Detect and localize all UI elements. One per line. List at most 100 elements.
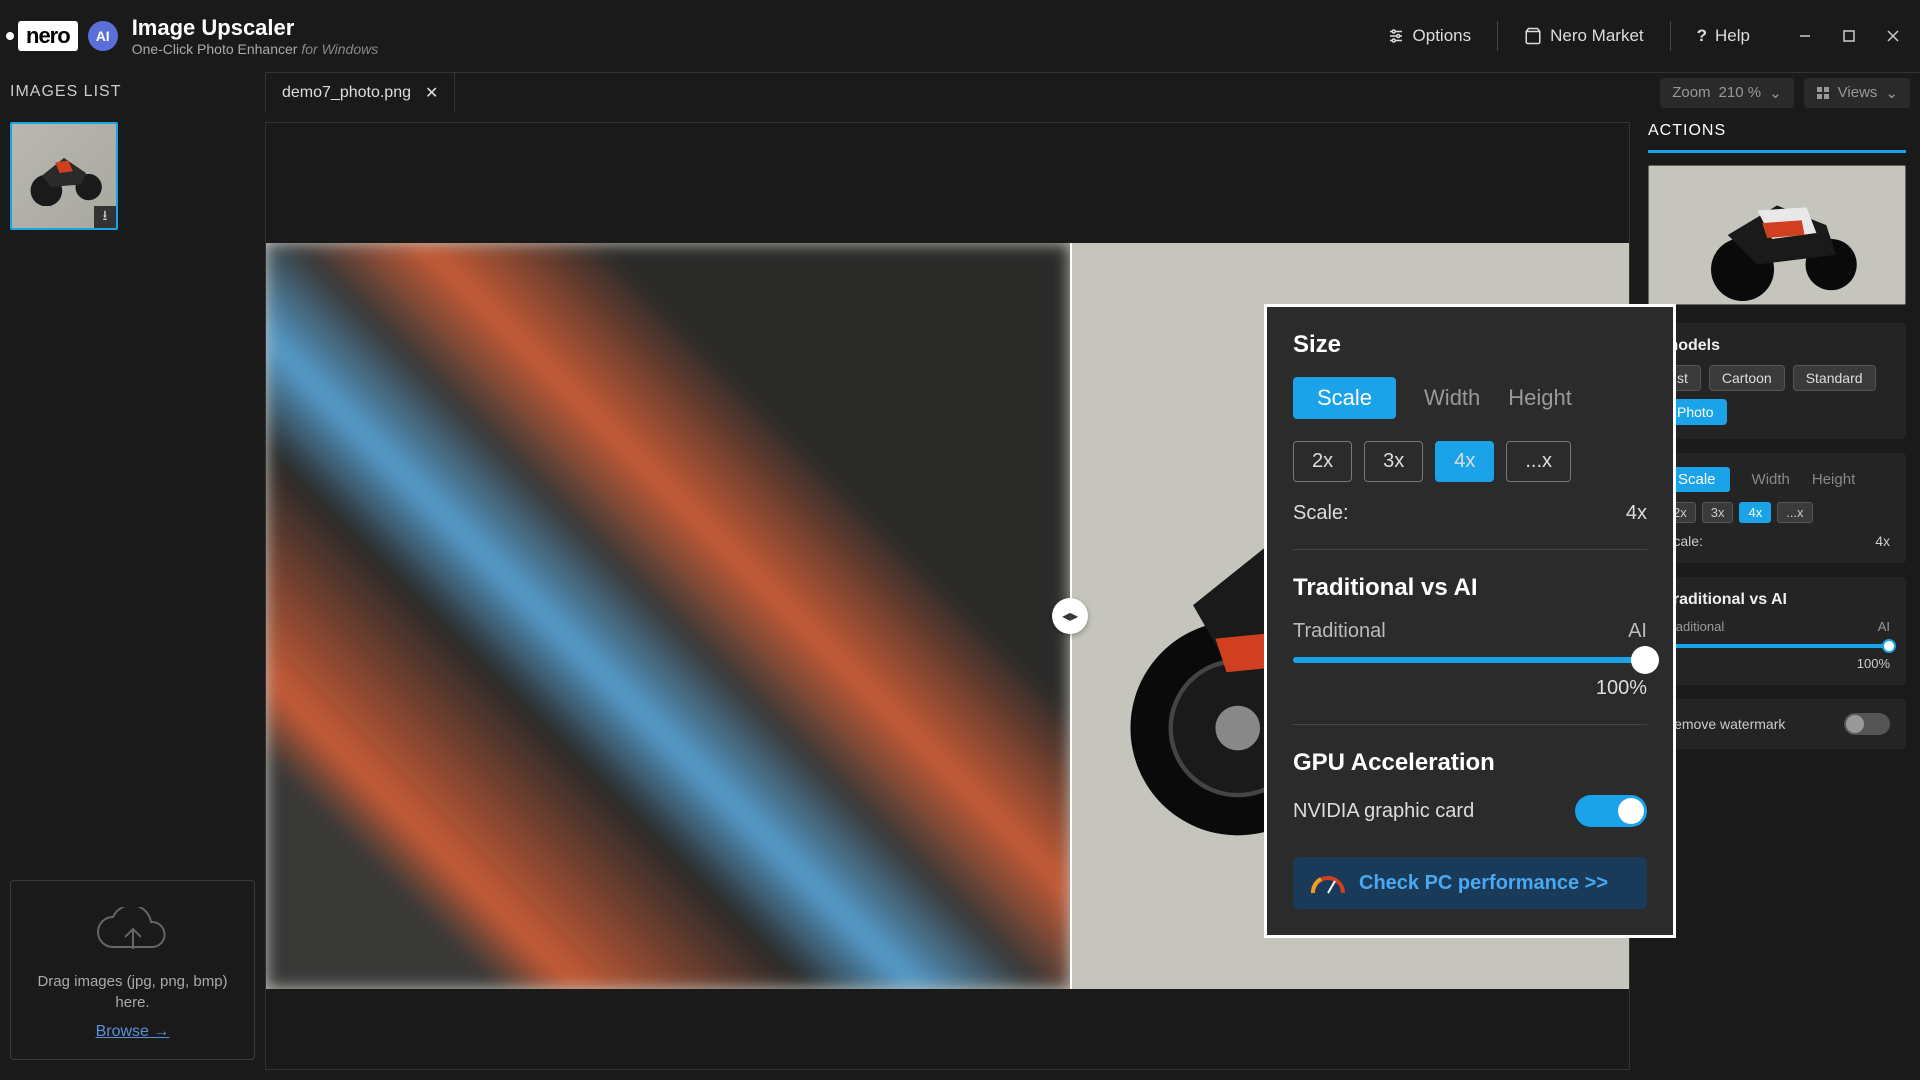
check-performance-button[interactable]: Check PC performance >>: [1293, 857, 1647, 909]
nero-logo: nero: [18, 21, 78, 51]
actions-header: ACTIONS: [1648, 122, 1906, 153]
scale-value: 4x: [1875, 533, 1890, 549]
size-panel: Scale Width Height 2x 3x 4x ...x Scale: …: [1648, 453, 1906, 563]
app-subtitle: One-Click Photo Enhancer for Windows: [132, 41, 379, 57]
grid-icon: [1816, 86, 1830, 100]
help-button[interactable]: ? Help: [1697, 26, 1750, 46]
tva-slider[interactable]: [1664, 644, 1890, 648]
dropzone[interactable]: Drag images (jpg, png, bmp) here. Browse…: [10, 880, 255, 1060]
popup-tva-right: AI: [1628, 620, 1647, 643]
models-panel: models st Cartoon Standard Photo: [1648, 323, 1906, 439]
popup-tva-labels: Traditional AI: [1293, 620, 1647, 643]
scale-4x[interactable]: 4x: [1739, 502, 1771, 523]
popup-slider-thumb[interactable]: [1631, 646, 1659, 674]
models-title: models: [1664, 337, 1890, 355]
dropzone-text: Drag images (jpg, png, bmp) here.: [23, 971, 242, 1013]
popup-scale-4x[interactable]: 4x: [1435, 441, 1494, 482]
models-row: st Cartoon Standard: [1664, 365, 1890, 391]
popup-tab-width[interactable]: Width: [1424, 377, 1480, 419]
file-tab[interactable]: demo7_photo.png ✕: [266, 73, 455, 112]
popup-scale-2x[interactable]: 2x: [1293, 441, 1352, 482]
scale-options: 2x 3x 4x ...x: [1664, 502, 1890, 523]
images-sidebar: ⭳ Drag images (jpg, png, bmp) here. Brow…: [0, 112, 265, 1080]
gpu-toggle[interactable]: [1575, 795, 1647, 827]
separator: [1497, 21, 1498, 51]
app-title-block: Image Upscaler One-Click Photo Enhancer …: [132, 15, 379, 57]
models-row-2: Photo: [1664, 399, 1890, 425]
settings-popup: Size Scale Width Height 2x 3x 4x ...x Sc…: [1264, 304, 1676, 938]
gauge-icon: [1311, 871, 1345, 895]
images-list-header: IMAGES LIST: [0, 83, 265, 101]
model-option[interactable]: Standard: [1793, 365, 1876, 391]
comparison-handle[interactable]: ◂▸: [1052, 598, 1088, 634]
tva-percent: 100%: [1664, 656, 1890, 671]
tva-right-label: AI: [1878, 619, 1890, 634]
popup-tab-height[interactable]: Height: [1508, 377, 1572, 419]
size-tabs: Scale Width Height: [1664, 467, 1890, 492]
options-label: Options: [1413, 26, 1472, 46]
tab-filename: demo7_photo.png: [282, 84, 411, 102]
zoom-value: 210 %: [1719, 84, 1762, 101]
popup-size-title: Size: [1293, 331, 1647, 359]
popup-tva-slider[interactable]: [1293, 657, 1647, 663]
popup-scale-options: 2x 3x 4x ...x: [1293, 441, 1647, 482]
download-icon[interactable]: ⭳: [94, 206, 116, 228]
separator: [1670, 21, 1671, 51]
divider: [1293, 724, 1647, 725]
popup-scale-label: Scale:: [1293, 502, 1349, 525]
help-label: Help: [1715, 26, 1750, 46]
model-option[interactable]: Cartoon: [1709, 365, 1785, 391]
cloud-upload-icon: [93, 907, 173, 957]
tab-row: demo7_photo.png ✕ Zoom 210 % ⌄ Views ⌄: [265, 72, 1920, 112]
views-dropdown[interactable]: Views ⌄: [1804, 78, 1910, 108]
popup-tab-scale[interactable]: Scale: [1293, 377, 1396, 419]
tab-close-icon[interactable]: ✕: [425, 83, 438, 103]
maximize-button[interactable]: [1840, 27, 1858, 45]
chevron-down-icon: ⌄: [1885, 84, 1898, 102]
sliders-icon: [1387, 27, 1405, 45]
popup-gpu-title: GPU Acceleration: [1293, 749, 1647, 777]
size-tab-height[interactable]: Height: [1812, 467, 1855, 492]
close-button[interactable]: [1884, 27, 1902, 45]
popup-scale-value: 4x: [1626, 502, 1647, 525]
titlebar-actions: Options Nero Market ? Help: [1387, 21, 1902, 51]
watermark-panel: Remove watermark: [1648, 699, 1906, 749]
options-button[interactable]: Options: [1387, 26, 1472, 46]
preview-image: [1649, 166, 1905, 304]
scale-3x[interactable]: 3x: [1702, 502, 1734, 523]
browse-link[interactable]: Browse →: [96, 1023, 170, 1041]
preview-thumbnail[interactable]: [1648, 165, 1906, 305]
platform-text: for Windows: [301, 41, 378, 57]
market-button[interactable]: Nero Market: [1524, 26, 1644, 46]
zoom-label: Zoom: [1672, 84, 1710, 101]
subtitle-text: One-Click Photo Enhancer: [132, 41, 298, 57]
thumbnail-image: [20, 136, 108, 206]
titlebar: nero AI Image Upscaler One-Click Photo E…: [0, 0, 1920, 72]
ai-badge: AI: [88, 21, 118, 51]
popup-scale-3x[interactable]: 3x: [1364, 441, 1423, 482]
gpu-row: NVIDIA graphic card: [1293, 795, 1647, 827]
zoom-dropdown[interactable]: Zoom 210 % ⌄: [1660, 78, 1793, 108]
watermark-label: Remove watermark: [1664, 716, 1785, 732]
popup-scale-custom[interactable]: ...x: [1506, 441, 1571, 482]
tva-title: Traditional vs AI: [1664, 591, 1890, 609]
watermark-toggle[interactable]: [1844, 713, 1890, 735]
tva-panel: Traditional vs AI Traditional AI 100%: [1648, 577, 1906, 685]
image-thumbnail[interactable]: ⭳: [10, 122, 118, 230]
minimize-button[interactable]: [1796, 27, 1814, 45]
tva-labels: Traditional AI: [1664, 619, 1890, 634]
slider-thumb[interactable]: [1882, 639, 1896, 653]
popup-tva-title: Traditional vs AI: [1293, 574, 1647, 602]
window-controls: [1796, 27, 1902, 45]
before-image: [266, 243, 1070, 989]
app-title: Image Upscaler: [132, 15, 379, 41]
views-label: Views: [1838, 84, 1878, 101]
scale-custom[interactable]: ...x: [1777, 502, 1812, 523]
view-controls: Zoom 210 % ⌄ Views ⌄: [1660, 78, 1920, 108]
chevron-down-icon: ⌄: [1769, 84, 1782, 102]
cart-icon: [1524, 27, 1542, 45]
question-icon: ?: [1697, 26, 1707, 46]
divider: [1293, 549, 1647, 550]
popup-tva-left: Traditional: [1293, 620, 1386, 643]
size-tab-width[interactable]: Width: [1752, 467, 1790, 492]
